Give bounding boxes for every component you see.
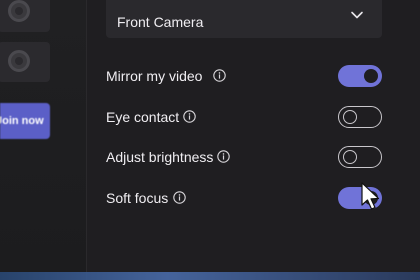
toggle-knob bbox=[343, 150, 357, 164]
join-button[interactable]: Join now bbox=[0, 103, 50, 139]
mirror-video-toggle[interactable] bbox=[338, 65, 382, 87]
camera-tile-icon[interactable] bbox=[0, 0, 50, 32]
chevron-down-icon bbox=[351, 11, 363, 19]
video-settings-panel: Front Camera Mirror my video Eye contact… bbox=[87, 0, 420, 280]
info-icon[interactable] bbox=[173, 191, 186, 204]
eye-contact-toggle[interactable] bbox=[338, 106, 382, 128]
info-icon[interactable] bbox=[217, 150, 230, 163]
camera-dropdown-value: Front Camera bbox=[117, 14, 204, 30]
setting-row-eye-contact: Eye contact bbox=[106, 106, 396, 130]
setting-label: Mirror my video bbox=[106, 68, 203, 84]
camera-tile-icon[interactable] bbox=[0, 42, 50, 82]
setting-label: Adjust brightness bbox=[106, 149, 214, 165]
setting-label: Soft focus bbox=[106, 190, 169, 206]
left-rail: Join now bbox=[0, 0, 87, 280]
info-icon[interactable] bbox=[213, 69, 226, 82]
setting-row-mirror-video: Mirror my video bbox=[106, 65, 396, 89]
setting-row-soft-focus: Soft focus bbox=[106, 187, 396, 211]
toggle-knob bbox=[364, 69, 378, 83]
camera-dropdown[interactable]: Front Camera bbox=[106, 0, 382, 38]
adjust-brightness-toggle[interactable] bbox=[338, 146, 382, 168]
toggle-knob bbox=[343, 110, 357, 124]
taskbar-glow bbox=[0, 272, 420, 280]
setting-label: Eye contact bbox=[106, 109, 180, 125]
info-icon[interactable] bbox=[183, 110, 196, 123]
setting-row-adjust-brightness: Adjust brightness bbox=[106, 146, 396, 170]
mouse-pointer-icon bbox=[361, 182, 380, 210]
